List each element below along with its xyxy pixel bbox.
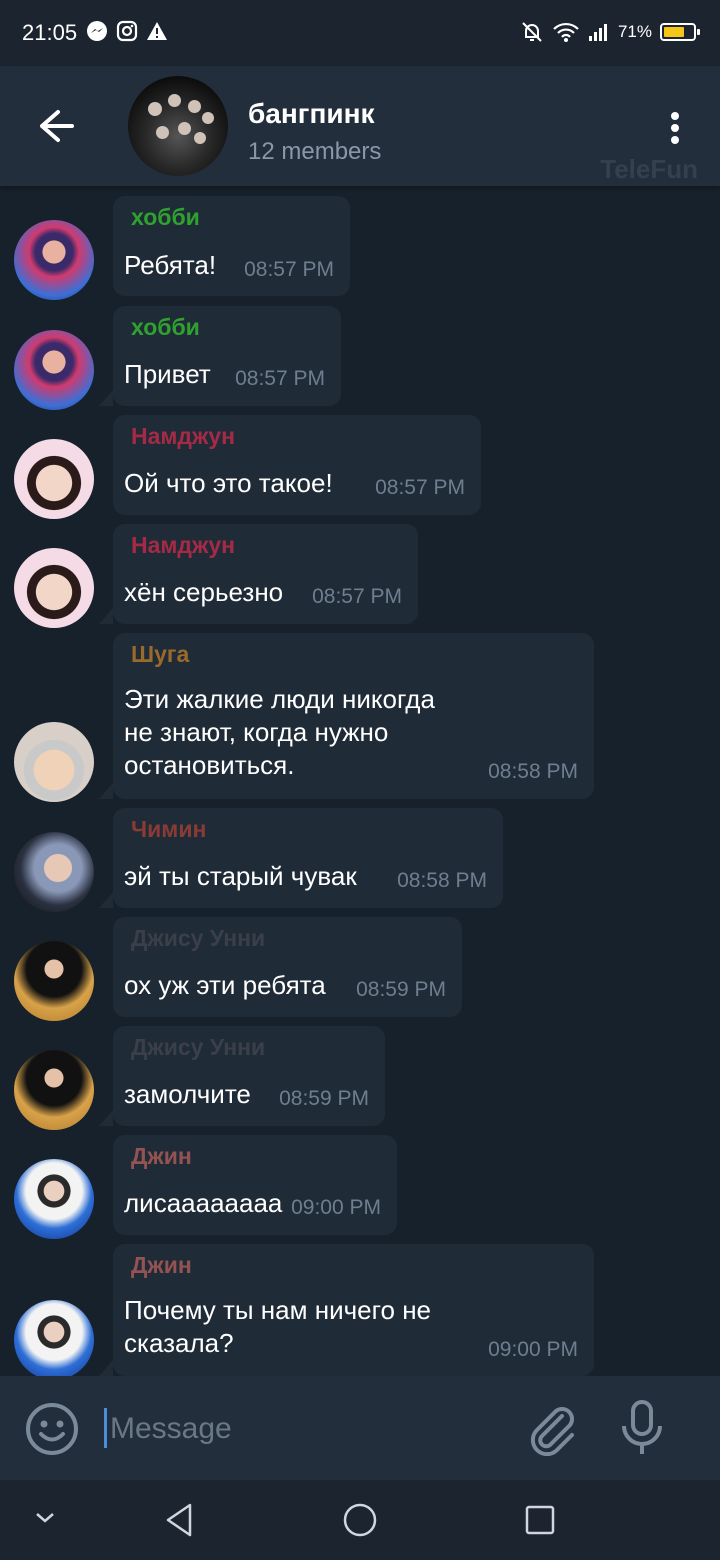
message-sender[interactable]: Джин xyxy=(131,1143,192,1170)
battery-percent: 71% xyxy=(617,22,652,41)
system-nav-bar xyxy=(0,1480,720,1560)
message-text: лисаааааааа xyxy=(124,1188,283,1218)
message-list[interactable]: хобби Ребята! 08:57 PM хобби Привет 08:5… xyxy=(0,186,720,1376)
avatar-jin[interactable] xyxy=(14,1300,94,1376)
nav-back-icon[interactable] xyxy=(164,1502,194,1538)
message-sender[interactable]: Намджун xyxy=(131,532,235,559)
emoji-icon[interactable] xyxy=(25,1402,79,1456)
message-text: ох уж эти ребята xyxy=(124,970,326,1000)
message-text: Эти жалкие люди никогда xyxy=(124,684,435,714)
status-time: 21:05 xyxy=(22,20,78,45)
member-count: 12 members xyxy=(248,138,382,165)
message-sender[interactable]: Намджун xyxy=(131,423,235,450)
message-sender[interactable]: Шуга xyxy=(131,641,189,668)
message-time: 09:00 PM xyxy=(488,1338,578,1361)
nav-collapse-icon[interactable] xyxy=(34,1510,56,1526)
text-cursor xyxy=(104,1408,107,1448)
message-input[interactable] xyxy=(108,1404,512,1454)
message-time: 08:57 PM xyxy=(375,476,465,499)
avatar-suga[interactable] xyxy=(14,722,94,802)
wifi-icon xyxy=(553,22,579,42)
group-avatar[interactable] xyxy=(128,76,228,176)
avatar-jimin[interactable] xyxy=(14,832,94,912)
bell-off-icon xyxy=(522,22,542,42)
message-sender[interactable]: Чимин xyxy=(131,816,206,843)
instagram-icon xyxy=(116,20,138,42)
message-text: остановиться. xyxy=(124,750,295,780)
chat-title[interactable]: бангпинк xyxy=(248,98,375,130)
message-text: не знают, когда нужно xyxy=(124,717,389,747)
message-sender[interactable]: Джису Унни xyxy=(131,1034,265,1061)
avatar-jisoo[interactable] xyxy=(14,941,94,1021)
back-arrow-icon[interactable] xyxy=(30,106,78,146)
paperclip-icon[interactable] xyxy=(526,1402,580,1456)
message-text: Ой что это такое! xyxy=(124,468,333,498)
warning-icon xyxy=(147,22,167,40)
avatar-jisoo[interactable] xyxy=(14,1050,94,1130)
message-time: 08:58 PM xyxy=(397,869,487,892)
message-text: хён серьезно xyxy=(124,577,284,607)
message-text: Ребята! xyxy=(124,250,217,280)
status-bar: 21:05 71% xyxy=(0,0,720,66)
avatar-hobi[interactable] xyxy=(14,220,94,300)
message-time: 08:59 PM xyxy=(279,1087,369,1110)
chat-header: бангпинк 12 members TeleFun xyxy=(0,66,720,186)
message-text: Почему ты нам ничего не xyxy=(124,1295,432,1325)
message-sender[interactable]: Джису Унни xyxy=(131,925,265,952)
avatar-jin[interactable] xyxy=(14,1159,94,1239)
message-time: 08:57 PM xyxy=(235,367,325,390)
nav-recents-icon[interactable] xyxy=(524,1504,556,1536)
avatar-namjoon[interactable] xyxy=(14,548,94,628)
more-vertical-icon[interactable] xyxy=(660,108,690,148)
avatar-hobi[interactable] xyxy=(14,330,94,410)
signal-icon xyxy=(588,24,607,41)
nav-home-icon[interactable] xyxy=(342,1502,378,1538)
battery-icon xyxy=(660,23,700,41)
message-sender[interactable]: Джин xyxy=(131,1252,192,1279)
avatar-namjoon[interactable] xyxy=(14,439,94,519)
message-text: замолчите xyxy=(124,1079,251,1109)
microphone-icon[interactable] xyxy=(618,1398,666,1458)
message-text: сказала? xyxy=(124,1328,234,1358)
messenger-icon xyxy=(87,21,107,41)
message-time: 08:57 PM xyxy=(312,585,402,608)
message-sender[interactable]: хобби xyxy=(131,314,200,341)
message-time: 08:58 PM xyxy=(488,760,578,783)
message-composer xyxy=(0,1376,720,1480)
message-time: 09:00 PM xyxy=(291,1196,381,1219)
message-time: 08:57 PM xyxy=(244,258,334,281)
watermark: TeleFun xyxy=(600,154,698,184)
message-text: Привет xyxy=(124,359,211,389)
message-time: 08:59 PM xyxy=(356,978,446,1001)
message-sender[interactable]: хобби xyxy=(131,204,200,231)
message-text: эй ты старый чувак xyxy=(124,861,357,891)
